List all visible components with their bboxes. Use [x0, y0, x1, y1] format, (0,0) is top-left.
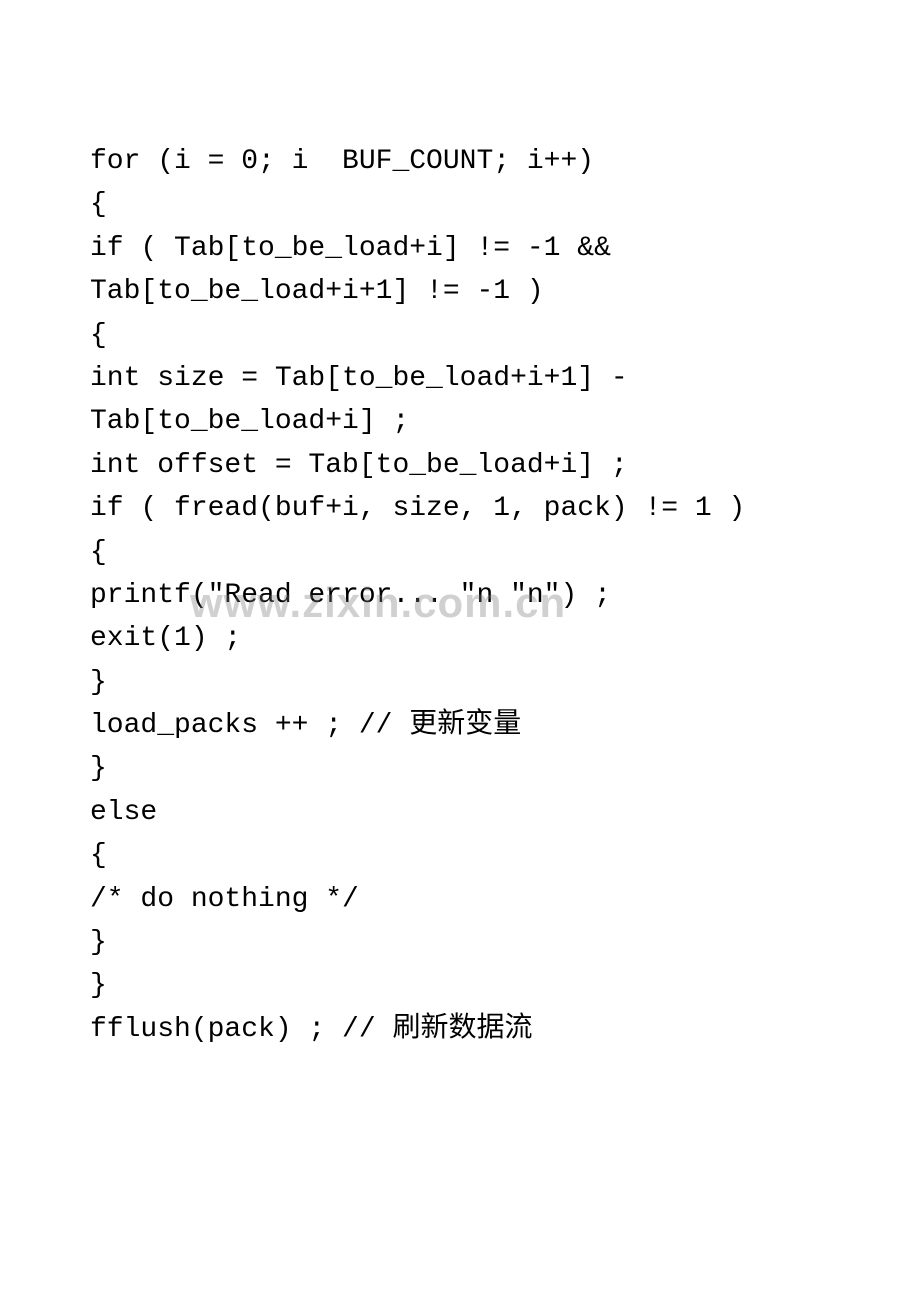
- code-line: {: [90, 834, 830, 877]
- code-line: {: [90, 183, 830, 226]
- code-line: {: [90, 531, 830, 574]
- code-line: /* do nothing */: [90, 878, 830, 921]
- code-line: else: [90, 791, 830, 834]
- code-line: }: [90, 921, 830, 964]
- code-line: load_packs ++ ; // 更新变量: [90, 704, 830, 747]
- code-line: {: [90, 314, 830, 357]
- code-line: int size = Tab[to_be_load+i+1] - Tab[to_…: [90, 357, 830, 444]
- code-line: if ( Tab[to_be_load+i] != -1 && Tab[to_b…: [90, 227, 830, 314]
- code-line: }: [90, 747, 830, 790]
- code-line: printf("Read error... "n "n") ;: [90, 574, 830, 617]
- code-line: if ( fread(buf+i, size, 1, pack) != 1 ): [90, 487, 830, 530]
- code-line: exit(1) ;: [90, 617, 830, 660]
- code-line: for (i = 0; i BUF_COUNT; i++): [90, 140, 830, 183]
- code-line: fflush(pack) ; // 刷新数据流: [90, 1008, 830, 1051]
- code-line: }: [90, 964, 830, 1007]
- code-line: }: [90, 661, 830, 704]
- document-page: www.zixin.com.cn for (i = 0; i BUF_COUNT…: [0, 0, 920, 1051]
- code-line: int offset = Tab[to_be_load+i] ;: [90, 444, 830, 487]
